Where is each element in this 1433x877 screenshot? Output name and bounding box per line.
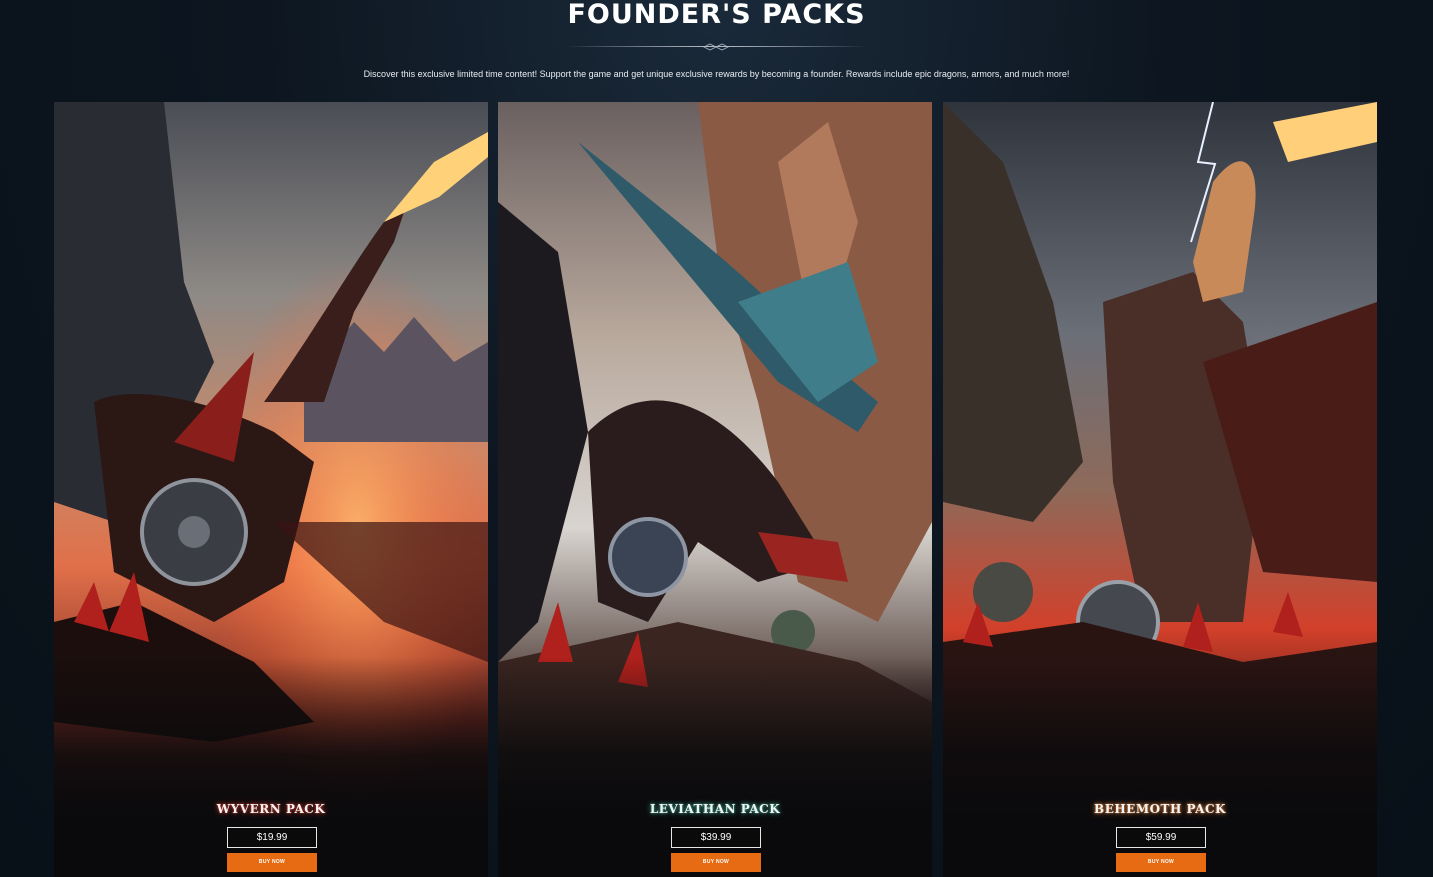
- pack-card-wyvern: WYVERN PACK $19.99 BUY NOW: [54, 102, 488, 877]
- pack-card-behemoth: BEHEMOTH PACK $59.99 BUY NOW: [943, 102, 1377, 877]
- buy-now-button[interactable]: BUY NOW: [671, 853, 761, 872]
- pack-cards: WYVERN PACK $19.99 BUY NOW LEVIATHAN PAC…: [54, 102, 1378, 877]
- pack-card-leviathan: LEVIATHAN PACK $39.99 BUY NOW: [498, 102, 932, 877]
- pack-title: WYVERN PACK: [216, 802, 326, 816]
- price-box: $39.99: [671, 827, 761, 848]
- price-box: $59.99: [1116, 827, 1206, 848]
- page-title: FOUNDER'S PACKS: [567, 0, 866, 30]
- price-box: $19.99: [227, 827, 317, 848]
- pack-title: BEHEMOTH PACK: [1094, 802, 1226, 816]
- page-subtitle: Discover this exclusive limited time con…: [363, 69, 1070, 79]
- buy-now-button[interactable]: BUY NOW: [1116, 853, 1206, 872]
- page-header: FOUNDER'S PACKS Discover this exclusive …: [0, 0, 1433, 100]
- pack-title: LEVIATHAN PACK: [649, 802, 781, 816]
- ornament-divider: [566, 43, 866, 51]
- buy-now-button[interactable]: BUY NOW: [227, 853, 317, 872]
